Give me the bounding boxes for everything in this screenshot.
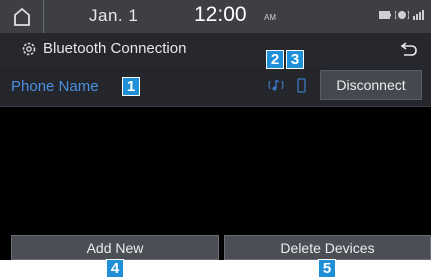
home-icon [13,7,30,26]
callout-1: 1 [122,77,140,96]
date-text: Jan. 1 [89,6,139,25]
callout-5: 5 [318,259,336,278]
ampm-text: AM [264,13,276,22]
device-list-item[interactable]: Phone Name Disconnect [0,67,431,107]
status-bar: Jan. 1 12:00 AM [0,0,431,33]
title-bar: Bluetooth Connection [0,33,431,67]
page-title: Bluetooth Connection [43,40,187,57]
signal-icon [413,10,424,20]
battery-icon [379,11,391,19]
callout-3: 3 [286,50,304,69]
time-text: 12:00 [194,3,247,26]
bluetooth-audio-icon [395,10,409,20]
callout-2: 2 [266,50,284,69]
bluetooth-audio-icon [268,79,284,91]
delete-devices-button[interactable]: Delete Devices [224,235,431,260]
callout-4: 4 [106,259,124,278]
status-icons [379,9,425,21]
home-button[interactable] [0,0,44,33]
disconnect-button[interactable]: Disconnect [320,70,422,100]
handsfree-phone-icon [297,78,306,93]
add-new-button[interactable]: Add New [11,235,219,260]
device-name: Phone Name [11,78,99,95]
back-icon[interactable] [399,40,419,58]
gear-icon [22,42,36,56]
infotainment-screen: Jan. 1 12:00 AM Bluetooth Connection Pho… [0,0,431,260]
